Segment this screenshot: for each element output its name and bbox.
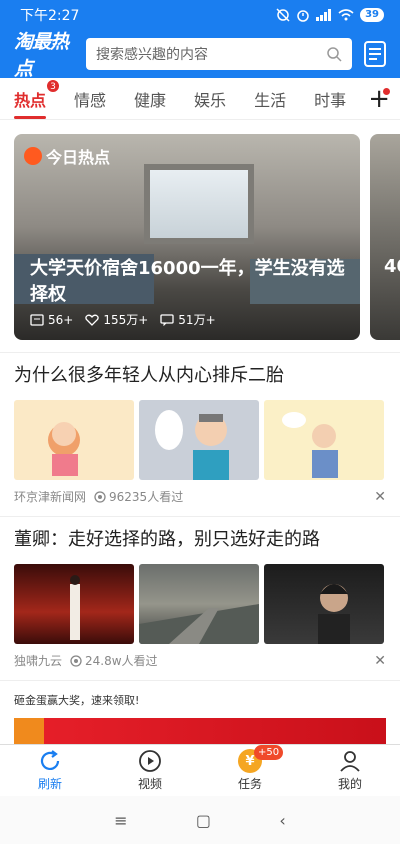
tab-news[interactable]: 时事	[314, 87, 346, 111]
document-icon	[364, 41, 386, 67]
nav-profile[interactable]: 我的	[300, 745, 400, 796]
category-tabs: 热点 3 情感 健康 娱乐 生活 时事 +	[0, 78, 400, 120]
eye-icon	[94, 490, 106, 503]
comment-icon	[30, 313, 44, 326]
eye-icon	[70, 654, 82, 667]
nav-refresh[interactable]: 刷新	[0, 745, 100, 796]
search-placeholder: 搜索感兴趣的内容	[96, 47, 208, 63]
menu-icon[interactable]: ≡	[114, 811, 127, 830]
tab-life[interactable]: 生活	[254, 87, 286, 111]
alarm-off-icon	[276, 8, 290, 22]
heart-icon	[85, 314, 100, 326]
hero-card-next[interactable]: 40	[370, 134, 400, 340]
notification-dot	[383, 88, 390, 95]
article-thumbnail	[264, 400, 384, 480]
nav-tasks[interactable]: ¥ 任务 +50	[200, 745, 300, 796]
alarm-icon	[297, 10, 309, 22]
task-badge: +50	[254, 745, 284, 760]
tab-health[interactable]: 健康	[134, 87, 166, 111]
search-icon	[327, 47, 342, 62]
nav-video[interactable]: 视频	[100, 745, 200, 796]
signal-icon	[316, 9, 332, 21]
user-icon	[340, 751, 360, 772]
article-source: 独啸九云	[14, 654, 63, 668]
dismiss-button[interactable]: ✕	[374, 489, 386, 505]
article-item[interactable]: 为什么很多年轻人从内心排斥二胎 环京津新闻网 96235人看过 ✕	[14, 364, 386, 505]
hero-image-window	[144, 164, 254, 244]
divider	[0, 680, 400, 681]
article-thumbnail	[14, 400, 134, 480]
message-icon	[160, 313, 174, 326]
tab-entertainment[interactable]: 娱乐	[194, 87, 226, 111]
view-count: 24.8w人看过	[70, 652, 158, 669]
like-count: 155万+	[85, 311, 148, 328]
article-thumbnails	[14, 564, 386, 644]
app-logo: 淘最热点	[14, 31, 69, 80]
article-thumbnail	[264, 564, 384, 644]
search-input[interactable]: 搜索感兴趣的内容	[86, 38, 352, 70]
divider	[0, 352, 400, 353]
status-bar: 下午2:27 39	[0, 0, 400, 30]
hero-card[interactable]: 今日热点 大学天价宿舍16000一年，学生没有选择权 56+ 155万+ 51万…	[14, 134, 360, 340]
article-source: 环京津新闻网	[14, 490, 87, 504]
share-count: 51万+	[160, 311, 216, 328]
flame-icon	[24, 147, 42, 165]
app-header: 下午2:27 39 淘最热点 搜索感兴趣的内容	[0, 0, 400, 80]
hero-title: 大学天价宿舍16000一年，学生没有选择权	[30, 258, 345, 305]
wifi-icon	[338, 9, 354, 21]
status-time: 下午2:27	[20, 8, 80, 24]
tab-badge: 3	[46, 78, 61, 93]
status-icons: 39	[276, 8, 384, 22]
divider	[0, 516, 400, 517]
home-icon[interactable]: ▢	[196, 811, 211, 830]
tab-emotion[interactable]: 情感	[74, 87, 106, 111]
hero-badge: 今日热点	[24, 144, 110, 168]
dismiss-button[interactable]: ✕	[374, 653, 386, 669]
refresh-icon	[40, 750, 60, 770]
article-thumbnail	[14, 564, 134, 644]
article-title: 为什么很多年轻人从内心排斥二胎	[14, 365, 284, 386]
article-title: 董卿：走好选择的路，别只选好走的路	[14, 529, 320, 550]
article-thumbnail	[139, 400, 259, 480]
hero-stats: 56+ 155万+ 51万+	[30, 311, 216, 328]
tab-hot[interactable]: 热点 3	[14, 78, 61, 119]
view-count: 96235人看过	[94, 488, 183, 505]
bottom-navigation: 刷新 视频 ¥ 任务 +50 我的	[0, 744, 400, 796]
promo-text: 砸金蛋赢大奖，速来领取!	[14, 694, 140, 707]
back-icon[interactable]: ‹	[279, 811, 285, 830]
play-icon	[139, 750, 161, 772]
news-list-button[interactable]	[362, 39, 388, 69]
article-thumbnails	[14, 400, 386, 480]
article-thumbnail	[139, 564, 259, 644]
battery-indicator: 39	[360, 8, 384, 22]
system-navigation-bar: ≡ ▢ ‹	[0, 796, 400, 844]
article-item[interactable]: 董卿：走好选择的路，别只选好走的路 独啸九云 24.8w人看过 ✕	[14, 528, 386, 669]
comment-count: 56+	[30, 313, 73, 327]
